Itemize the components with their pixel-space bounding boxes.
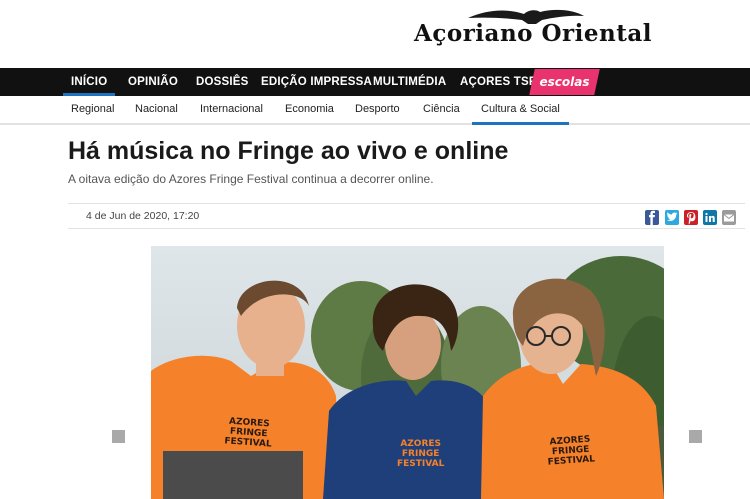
gallery-prev-button[interactable] (112, 430, 125, 443)
section-item-regional[interactable]: Regional (71, 96, 114, 123)
article-meta-bar: 4 de Jun de 2020, 17:20 (68, 203, 745, 229)
section-item-desporto[interactable]: Desporto (355, 96, 400, 123)
gallery-next-button[interactable] (689, 430, 702, 443)
article-lead: A oitava edição do Azores Fringe Festiva… (68, 172, 434, 186)
shirt-print-left: AZORES FRINGE FESTIVAL (224, 416, 272, 450)
section-item-nacional[interactable]: Nacional (135, 96, 178, 123)
shirt-print-middle: AZORES FRINGE FESTIVAL (397, 439, 445, 469)
section-item-cultura-social[interactable]: Cultura & Social (472, 96, 569, 125)
section-item-internacional[interactable]: Internacional (200, 96, 263, 123)
nav-item-dossies[interactable]: DOSSIÊS (196, 68, 249, 96)
article-photo: AZORES FRINGE FESTIVAL AZORES FRINGE FES… (151, 246, 664, 499)
nav-item-acores-tsf[interactable]: AÇORES TSF (460, 68, 536, 96)
section-item-ciencia[interactable]: Ciência (423, 96, 460, 123)
linkedin-icon[interactable] (703, 210, 717, 225)
escolas-label: escolas (539, 75, 590, 89)
facebook-icon[interactable] (645, 210, 659, 225)
section-item-economia[interactable]: Economia (285, 96, 334, 123)
shirt-print-right: AZORES FRINGE FESTIVAL (547, 434, 596, 468)
pinterest-icon[interactable] (684, 210, 698, 225)
nav-item-inicio[interactable]: INÍCIO (62, 68, 116, 96)
masthead: Açoriano Oriental (0, 0, 750, 68)
site-logo-text: Açoriano Oriental (414, 20, 653, 47)
email-icon[interactable] (722, 210, 736, 225)
article-title: Há música no Fringe ao vivo e online (68, 137, 509, 165)
main-nav: INÍCIO OPINIÃO DOSSIÊS EDIÇÃO IMPRESSA M… (0, 68, 750, 96)
article-date: 4 de Jun de 2020, 17:20 (86, 210, 200, 222)
nav-item-multimedia[interactable]: MULTIMÉDIA (373, 68, 446, 96)
twitter-icon[interactable] (665, 210, 679, 225)
nav-item-escolas[interactable]: escolas (529, 69, 600, 95)
site-logo[interactable]: Açoriano Oriental (414, 6, 653, 58)
section-nav: Regional Nacional Internacional Economia… (0, 96, 750, 125)
nav-item-opiniao[interactable]: OPINIÃO (128, 68, 178, 96)
nav-item-edicao-impressa[interactable]: EDIÇÃO IMPRESSA (261, 68, 372, 96)
